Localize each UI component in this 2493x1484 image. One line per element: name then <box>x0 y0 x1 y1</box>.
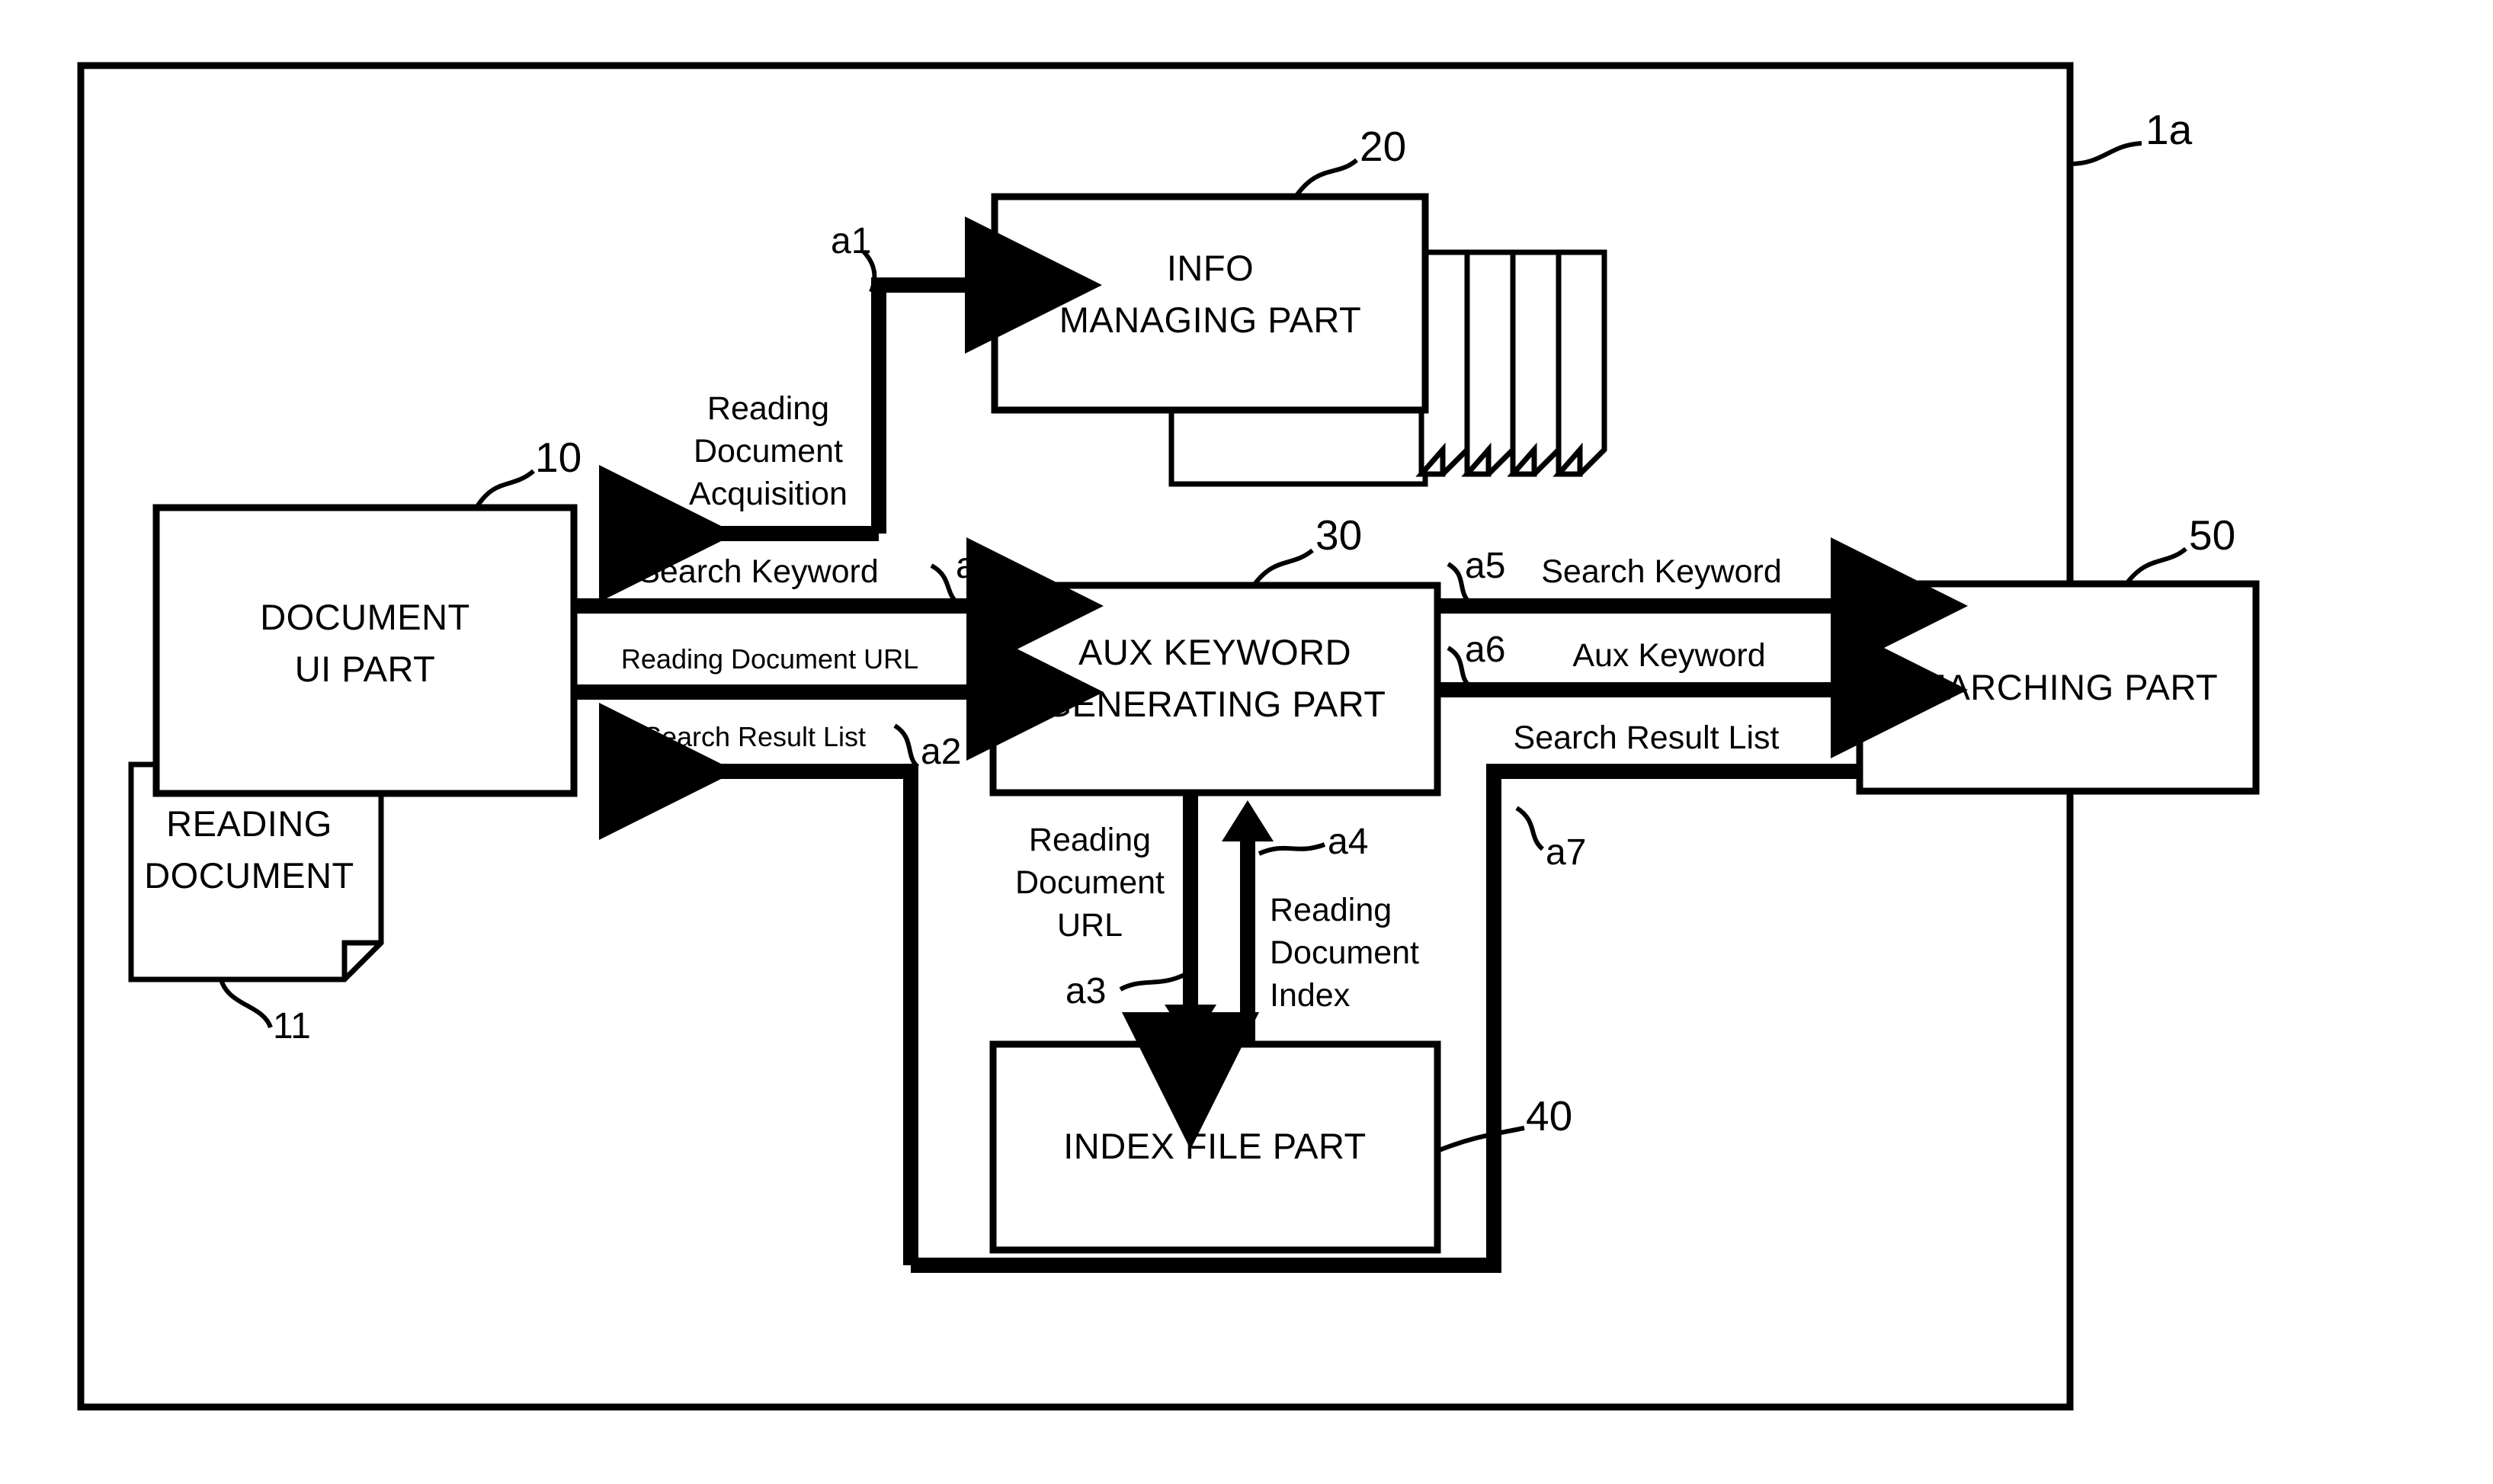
flow-arrow-a2-main <box>599 703 918 1265</box>
flow-label-a1-line2: Document <box>694 433 843 470</box>
ref-leader-40 <box>1436 1126 1525 1153</box>
block-label-searching-part: SEARCHING PART <box>1897 667 2219 707</box>
flow-label-a1-line3: Acquisition <box>689 476 848 512</box>
block-label-index-file-part: INDEX FILE PART <box>1063 1126 1367 1166</box>
flow-label-a4-line3: Index <box>1270 977 1351 1014</box>
flow-leader-a5-left <box>930 563 959 604</box>
ref-label-10: 10 <box>535 434 582 481</box>
flow-ref-label-a5-left: a5 <box>956 546 997 586</box>
ref-leader-20 <box>1293 158 1358 198</box>
flow-ref-label-a5-right: a5 <box>1465 546 1506 586</box>
flow-leader-a7 <box>1515 806 1545 851</box>
ref-label-1a: 1a <box>2145 106 2193 153</box>
flow-label-a4-line1: Reading <box>1270 892 1392 928</box>
ref-label-40: 40 <box>1526 1092 1573 1139</box>
ref-label-20: 20 <box>1360 123 1407 170</box>
block-label-aux-keyword-line1: AUX KEYWORD <box>1078 632 1352 672</box>
flow-label-search-result-list-right: Search Result List <box>1513 720 1780 756</box>
flow-arrowhead-a4 <box>1222 800 1274 841</box>
ref-label-50: 50 <box>2189 511 2236 559</box>
flow-ref-label-a3: a3 <box>1065 971 1107 1011</box>
flow-ref-label-a4: a4 <box>1328 822 1369 862</box>
flow-label-a4-line2: Document <box>1270 934 1419 971</box>
block-label-info-managing-part-line2: MANAGING PART <box>1059 300 1362 340</box>
flow-arrow-a1 <box>871 216 1102 534</box>
doc-stack-pages <box>1415 249 1607 477</box>
flow-label-a1-line1: Reading <box>707 390 830 427</box>
block-label-reading-document-line2: DOCUMENT <box>144 855 354 896</box>
ref-label-30: 30 <box>1315 511 1363 559</box>
flow-leader-a4 <box>1258 842 1326 856</box>
block-label-info-managing-part-line1: INFO <box>1166 248 1255 288</box>
flow-leader-a3 <box>1119 972 1187 992</box>
ref-leader-50 <box>2124 546 2187 585</box>
flow-label-aux-keyword-right: Aux Keyword <box>1572 637 1766 674</box>
ref-label-11: 11 <box>273 1006 311 1046</box>
flow-label-a3-line1: Reading <box>1028 822 1152 858</box>
block-label-document-ui-part-line1: DOCUMENT <box>260 597 470 637</box>
flow-label-search-result-list-left: Search Result List <box>642 721 867 752</box>
ref-leader-30 <box>1251 548 1314 587</box>
flow-ref-label-a2: a2 <box>921 732 962 772</box>
flow-arrowhead-a3 <box>1165 1005 1216 1046</box>
block-label-aux-keyword-line2: GENERATING PART <box>1043 684 1386 724</box>
figure-canvas: 1a INFO MANAGING PART 20 DOCUMENT UI PAR… <box>0 0 2493 1484</box>
ref-leader-1a <box>2069 141 2142 166</box>
flow-label-reading-document-url-left: Reading Document URL <box>620 643 919 675</box>
flow-label-search-keyword-left: Search Keyword <box>638 553 879 590</box>
flow-label-a3-line3: URL <box>1056 907 1123 944</box>
ref-leader-11 <box>219 978 273 1029</box>
flow-ref-label-a6: a6 <box>1465 630 1506 670</box>
flow-ref-label-a1: a1 <box>831 221 872 261</box>
doc-stack-base <box>1168 403 1428 487</box>
ref-leader-10 <box>474 469 535 509</box>
flow-label-a3-line2: Document <box>1015 864 1165 901</box>
flow-ref-label-a7: a7 <box>1546 832 1587 873</box>
block-label-document-ui-part-line2: UI PART <box>294 649 436 689</box>
diagram-geometry <box>77 62 2260 1411</box>
flow-leader-a2 <box>893 723 920 769</box>
flow-label-search-keyword-right: Search Keyword <box>1541 553 1782 590</box>
block-label-reading-document-line1: READING <box>166 803 332 844</box>
